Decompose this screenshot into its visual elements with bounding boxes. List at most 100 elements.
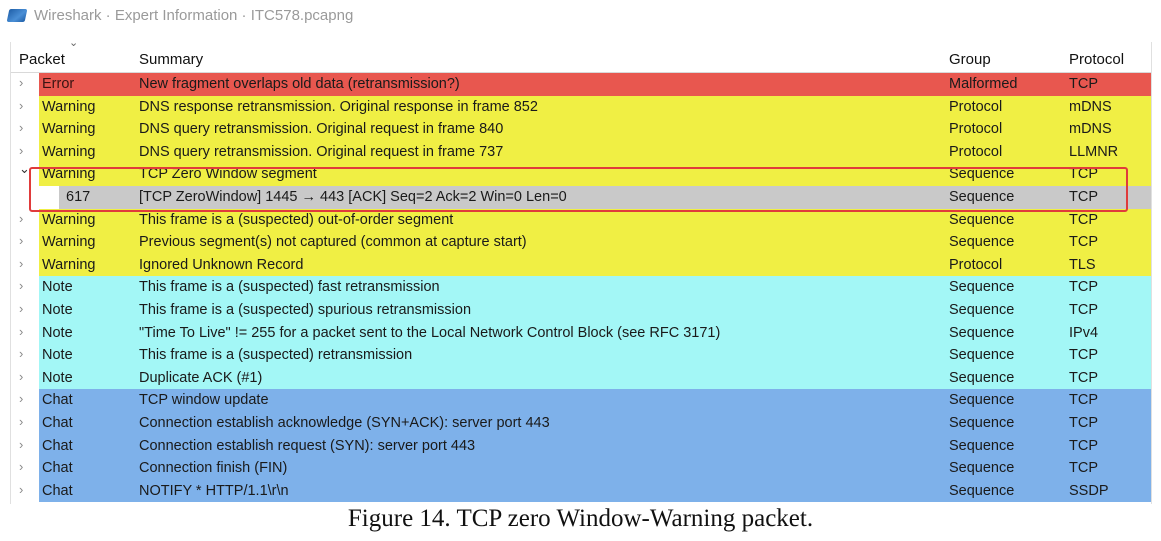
- protocol-text: TCP: [1069, 437, 1098, 454]
- protocol-text: TCP: [1069, 369, 1098, 386]
- table-header: Packet ⌄ Summary Group Protocol: [11, 37, 1151, 73]
- summary-text: New fragment overlaps old data (retransm…: [139, 76, 460, 92]
- group-text: Sequence: [949, 166, 1015, 183]
- severity-label: Error: [42, 76, 75, 92]
- chevron-right-icon[interactable]: ›: [19, 278, 23, 293]
- expert-row[interactable]: › Chat NOTIFY * HTTP/1.1\r\n Sequence SSDP: [11, 479, 1151, 503]
- severity-label: Warning: [42, 256, 96, 273]
- severity-label: Note: [42, 324, 73, 341]
- chevron-down-icon[interactable]: ⌄: [19, 161, 30, 177]
- expert-row[interactable]: › Warning DNS response retransmission. Ori…: [11, 95, 1151, 119]
- expert-row[interactable]: › Note This frame is a (suspected) retrans…: [11, 344, 1151, 367]
- expert-row[interactable]: › Warning Ignored Unknown Record Protocol TL…: [11, 253, 1151, 277]
- chevron-right-icon[interactable]: ›: [19, 482, 23, 497]
- protocol-text: TCP: [1069, 347, 1098, 364]
- group-text: Sequence: [949, 347, 1015, 364]
- column-header-summary[interactable]: Summary: [139, 51, 203, 68]
- summary-text: Connection finish (FIN): [139, 460, 288, 477]
- severity-label: Warning: [42, 211, 96, 228]
- expert-row[interactable]: ⌄ Warning TCP Zero Window segment Sequence T…: [11, 161, 1151, 186]
- summary-text: TCP window update: [139, 392, 269, 409]
- chevron-right-icon[interactable]: ›: [19, 414, 23, 429]
- packet-row[interactable]: 617 [TCP ZeroWindow] 1445 → 443 [ACK] Seq…: [11, 185, 1151, 209]
- summary-text: [TCP ZeroWindow] 1445 → 443 [ACK] Seq=2 …: [139, 188, 567, 205]
- window-titlebar: Wireshark · Expert Information · ITC578.…: [0, 0, 1161, 30]
- group-text: Sequence: [949, 301, 1015, 318]
- summary-text: DNS query retransmission. Original reque…: [139, 143, 504, 160]
- protocol-text: TCP: [1069, 234, 1098, 251]
- severity-label: Warning: [42, 166, 96, 183]
- chevron-right-icon[interactable]: ›: [19, 369, 23, 384]
- chevron-right-icon[interactable]: ›: [19, 211, 23, 226]
- chevron-right-icon[interactable]: ›: [19, 143, 23, 158]
- expert-row[interactable]: › Note "Time To Live" != 255 for a packet …: [11, 321, 1151, 345]
- column-header-protocol[interactable]: Protocol: [1069, 51, 1124, 68]
- chevron-right-icon[interactable]: ›: [19, 459, 23, 474]
- summary-text: NOTIFY * HTTP/1.1\r\n: [139, 482, 289, 499]
- chevron-right-icon[interactable]: ›: [19, 437, 23, 452]
- protocol-text: TCP: [1069, 301, 1098, 318]
- column-header-group[interactable]: Group: [949, 51, 991, 68]
- expert-row[interactable]: › Chat TCP window update Sequence TCP: [11, 389, 1151, 412]
- group-text: Sequence: [949, 324, 1015, 341]
- chevron-right-icon[interactable]: ›: [19, 98, 23, 113]
- protocol-text: mDNS: [1069, 121, 1112, 138]
- group-text: Sequence: [949, 482, 1015, 499]
- protocol-text: LLMNR: [1069, 143, 1119, 160]
- protocol-text: TCP: [1069, 76, 1098, 92]
- summary-text: This frame is a (suspected) spurious ret…: [139, 301, 472, 318]
- expert-row[interactable]: › Chat Connection establish acknowledge (S…: [11, 411, 1151, 435]
- wireshark-fin-icon: [6, 8, 28, 22]
- group-text: Sequence: [949, 211, 1015, 228]
- severity-label: Note: [42, 369, 73, 386]
- expert-row[interactable]: › Warning DNS query retransmission. Origin…: [11, 118, 1151, 141]
- severity-label: Chat: [42, 460, 73, 477]
- chevron-right-icon[interactable]: ›: [19, 301, 23, 316]
- expert-row[interactable]: › Note Duplicate ACK (#1) Sequence TCP: [11, 366, 1151, 390]
- expert-row[interactable]: › Warning Previous segment(s) not captured…: [11, 231, 1151, 254]
- expert-row[interactable]: › Chat Connection establish request (SYN):…: [11, 434, 1151, 458]
- protocol-text: SSDP: [1069, 482, 1109, 499]
- group-text: Sequence: [949, 279, 1015, 296]
- chevron-right-icon[interactable]: ›: [19, 120, 23, 135]
- group-text: Sequence: [949, 369, 1015, 386]
- group-text: Protocol: [949, 256, 1003, 273]
- group-text: Sequence: [949, 392, 1015, 409]
- expert-row[interactable]: › Note This frame is a (suspected) fast re…: [11, 276, 1151, 299]
- summary-text: TCP Zero Window segment: [139, 166, 317, 183]
- column-header-packet[interactable]: Packet: [19, 51, 65, 68]
- summary-text: DNS response retransmission. Original re…: [139, 98, 538, 115]
- summary-text: Ignored Unknown Record: [139, 256, 304, 273]
- chevron-right-icon[interactable]: ›: [19, 324, 23, 339]
- expert-row[interactable]: › Chat Connection finish (FIN) Sequence TCP: [11, 457, 1151, 480]
- protocol-text: TCP: [1069, 279, 1098, 296]
- severity-label: Note: [42, 301, 73, 318]
- severity-label: Warning: [42, 143, 96, 160]
- severity-label: Warning: [42, 121, 96, 138]
- severity-label: Note: [42, 279, 73, 296]
- summary-text: Connection establish acknowledge (SYN+AC…: [139, 414, 550, 431]
- chevron-right-icon[interactable]: ›: [19, 75, 23, 90]
- expert-info-window: Packet ⌄ Summary Group Protocol › Error Ne…: [10, 37, 1152, 504]
- summary-text: This frame is a (suspected) out-of-order…: [139, 211, 454, 228]
- protocol-text: TCP: [1069, 166, 1098, 183]
- chevron-right-icon[interactable]: ›: [19, 256, 23, 271]
- sort-caret-icon: ⌄: [69, 37, 79, 49]
- chevron-right-icon[interactable]: ›: [19, 391, 23, 406]
- expert-row[interactable]: › Note This frame is a (suspected) spuriou…: [11, 298, 1151, 322]
- chevron-right-icon[interactable]: ›: [19, 233, 23, 248]
- group-text: Sequence: [949, 414, 1015, 431]
- group-text: Sequence: [949, 188, 1015, 205]
- expert-row[interactable]: › Warning This frame is a (suspected) out-…: [11, 208, 1151, 232]
- group-text: Sequence: [949, 437, 1015, 454]
- expert-row[interactable]: › Warning DNS query retransmission. Origin…: [11, 140, 1151, 164]
- severity-label: Chat: [42, 414, 73, 431]
- protocol-text: TCP: [1069, 211, 1098, 228]
- severity-label: Note: [42, 347, 73, 364]
- protocol-text: mDNS: [1069, 98, 1112, 115]
- expert-row[interactable]: › Error New fragment overlaps old data (re…: [11, 73, 1151, 96]
- group-text: Protocol: [949, 143, 1003, 160]
- chevron-right-icon[interactable]: ›: [19, 346, 23, 361]
- group-text: Sequence: [949, 234, 1015, 251]
- protocol-text: TCP: [1069, 414, 1098, 431]
